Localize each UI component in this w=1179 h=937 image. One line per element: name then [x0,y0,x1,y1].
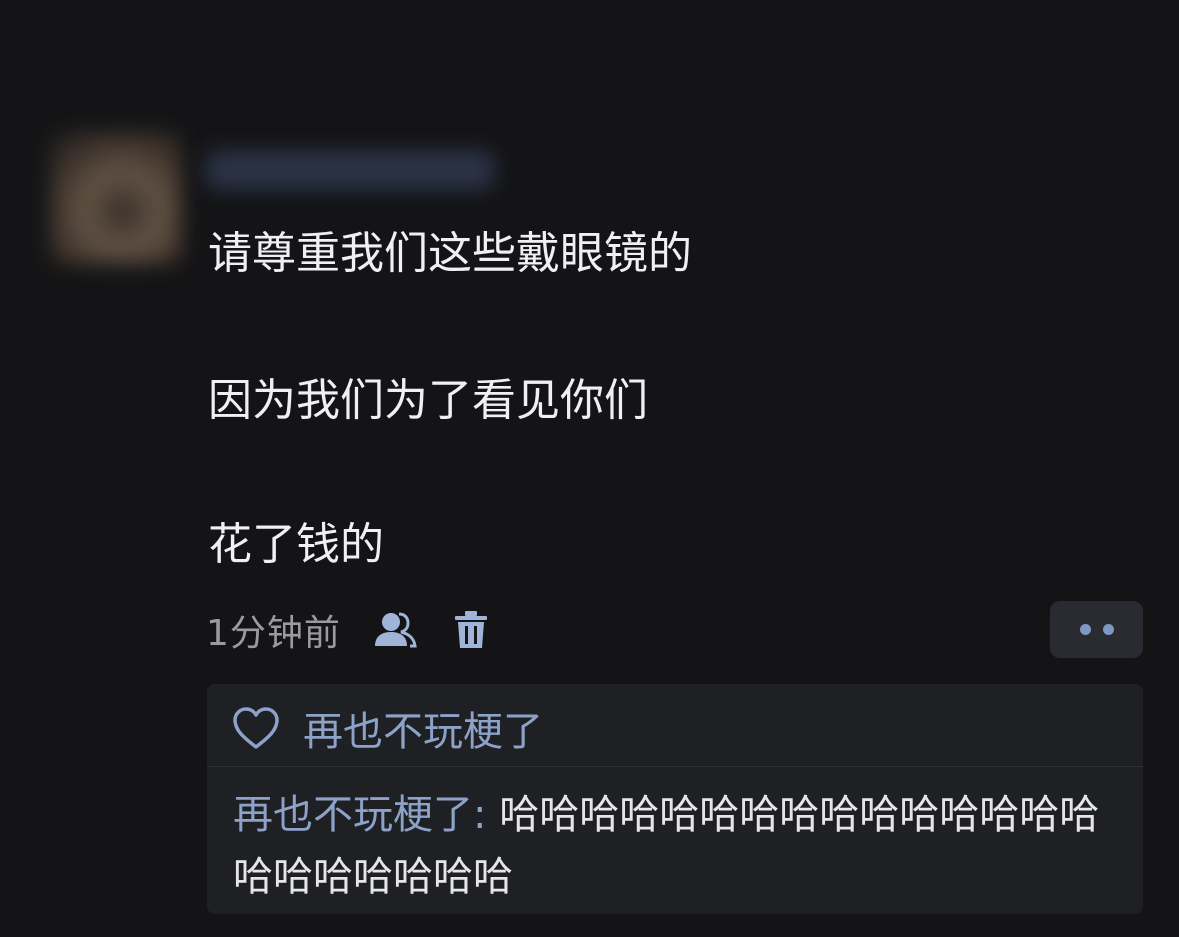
avatar[interactable] [50,132,182,264]
more-button[interactable] [1050,601,1143,658]
timestamp: 1分钟前 [206,613,341,654]
trash-icon [454,611,487,648]
liker-name[interactable]: 再也不玩梗了 [303,699,543,757]
reply-author[interactable]: 再也不玩梗了 [233,792,473,838]
visibility-button[interactable] [369,604,421,656]
delete-button[interactable] [445,604,497,656]
interaction-box: 再也不玩梗了 再也不玩梗了: 哈哈哈哈哈哈哈哈哈哈哈哈哈哈哈哈哈哈哈哈哈哈 [207,684,1143,914]
username-blurred[interactable] [205,150,495,190]
post-meta-row: 1分钟前 [206,604,497,656]
post-text-line-2: 因为我们为了看见你们 [208,375,648,426]
people-icon [374,612,417,648]
divider [207,766,1143,767]
post-text-line-1: 请尊重我们这些戴眼镜的 [208,228,692,279]
reply-comment[interactable]: 再也不玩梗了: 哈哈哈哈哈哈哈哈哈哈哈哈哈哈哈哈哈哈哈哈哈哈 [233,784,1113,908]
reply-separator: : [473,792,500,838]
post-text-line-3: 花了钱的 [208,519,384,570]
heart-icon [233,707,279,749]
likes-row: 再也不玩梗了 [231,700,543,756]
more-dots-icon [1079,624,1114,635]
